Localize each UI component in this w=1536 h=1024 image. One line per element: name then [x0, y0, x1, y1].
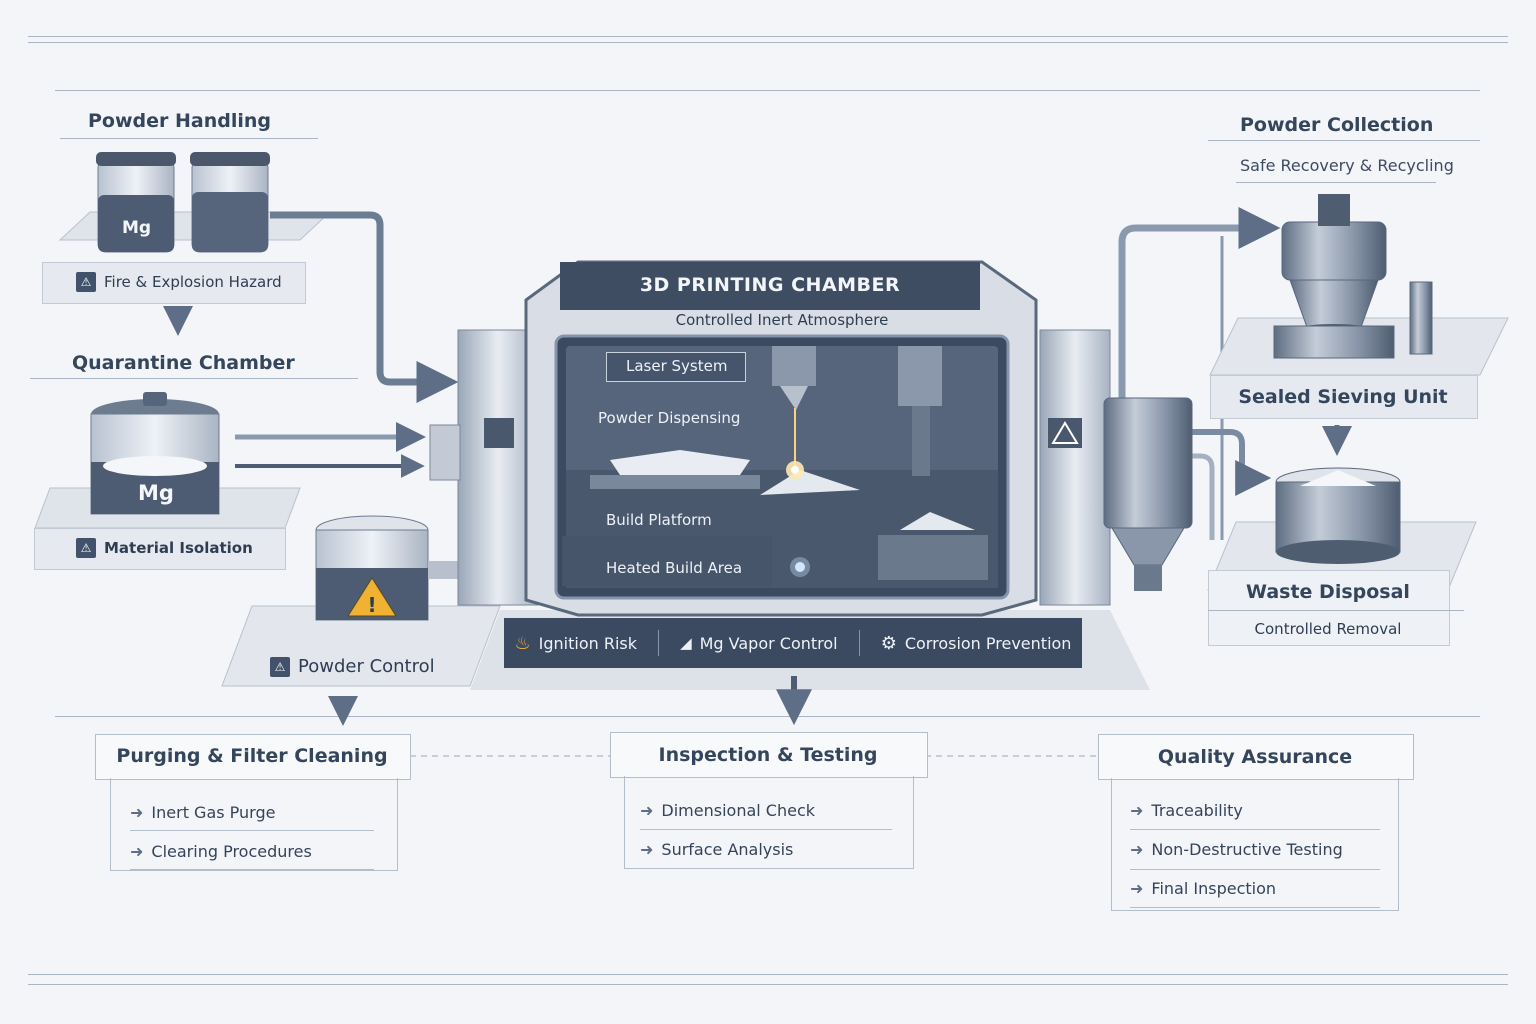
- hazard-separator: [858, 630, 860, 656]
- hazard-bar: ♨ Ignition Risk ◢ Mg Vapor Control ⚙ Cor…: [504, 618, 1082, 668]
- filter-column-illustration: [1103, 397, 1193, 591]
- quarantine-tank-illustration: [34, 392, 301, 529]
- isolation-text: Material Isolation: [104, 539, 253, 557]
- list-item-rule: [640, 829, 892, 830]
- quality-item-label: Non-Destructive Testing: [1151, 840, 1343, 859]
- arrow-right-icon: ➜: [640, 801, 654, 820]
- mg-jar-label: Mg: [122, 218, 152, 238]
- list-item: ➜ Inert Gas Purge: [130, 803, 275, 822]
- arrow-right-icon: ➜: [1130, 879, 1144, 898]
- sieving-unit-illustration: [1209, 194, 1509, 376]
- list-item-rule: [1130, 869, 1380, 870]
- arrow-right-icon: ➜: [130, 803, 144, 822]
- quality-title: Quality Assurance: [1157, 746, 1353, 768]
- powder-jars-illustration: [58, 152, 332, 253]
- powder-collection-rule: [1208, 140, 1480, 141]
- chamber-subtitle: Controlled Inert Atmosphere: [675, 311, 889, 329]
- gear-icon: ⚙: [880, 632, 897, 654]
- powder-control-label: ⚠ Powder Control: [270, 656, 435, 677]
- laser-system-label: Laser System: [626, 357, 728, 375]
- fire-hazard-label: ⚠ Fire & Explosion Hazard: [76, 272, 282, 292]
- warning-icon: ⚠: [270, 656, 290, 677]
- quarantine-rule: [30, 378, 358, 379]
- arrow-right-icon: ➜: [1130, 840, 1144, 859]
- inspection-item-label: Surface Analysis: [661, 840, 794, 859]
- powder-collection-subrule: [1236, 182, 1436, 183]
- list-item: ➜ Dimensional Check: [640, 801, 815, 820]
- warning-icon: ⚠: [76, 272, 96, 292]
- list-item-rule: [640, 868, 892, 869]
- isolation-label: ⚠ Material Isolation: [76, 538, 253, 558]
- inspection-title: Inspection & Testing: [658, 744, 878, 766]
- powder-handling-title: Powder Handling: [88, 110, 272, 132]
- waste-disposal-subtitle: Controlled Removal: [1254, 620, 1402, 638]
- purging-title: Purging & Filter Cleaning: [116, 745, 388, 767]
- waste-rule: [1208, 610, 1464, 611]
- waste-disposal-title: Waste Disposal: [1246, 581, 1410, 603]
- build-platform-label: Build Platform: [606, 511, 712, 529]
- mg-tank-label: Mg: [138, 481, 174, 505]
- list-item: ➜ Final Inspection: [1130, 879, 1276, 898]
- arrow-right-icon: ➜: [640, 840, 654, 859]
- list-item: ➜ Non-Destructive Testing: [1130, 840, 1343, 859]
- quality-item-label: Traceability: [1151, 801, 1243, 820]
- chamber-title: 3D PRINTING CHAMBER: [639, 274, 901, 296]
- vapor-control-label: Mg Vapor Control: [699, 633, 838, 653]
- powder-collection-title: Powder Collection: [1240, 114, 1434, 136]
- ignition-risk: ♨ Ignition Risk: [515, 633, 638, 654]
- powder-control-text: Powder Control: [298, 656, 435, 677]
- corrosion-prevention: ⚙ Corrosion Prevention: [881, 633, 1072, 654]
- flame-icon: ♨: [514, 632, 531, 654]
- fire-hazard-text: Fire & Explosion Hazard: [104, 273, 282, 291]
- inspection-item-label: Dimensional Check: [661, 801, 816, 820]
- powder-handling-rule: [60, 138, 318, 139]
- sieving-unit-label: Sealed Sieving Unit: [1238, 386, 1448, 408]
- heated-build-area-label: Heated Build Area: [606, 559, 743, 577]
- ignition-risk-label: Ignition Risk: [538, 633, 638, 653]
- list-item: ➜ Traceability: [1130, 801, 1243, 820]
- list-item-rule: [1130, 907, 1380, 908]
- arrow-right-icon: ➜: [1130, 801, 1144, 820]
- purging-item-label: Clearing Procedures: [151, 842, 312, 861]
- hazard-separator: [658, 630, 660, 656]
- corrosion-prevention-label: Corrosion Prevention: [904, 633, 1072, 653]
- vapor-control: ◢ Mg Vapor Control: [680, 634, 838, 653]
- list-item-rule: [130, 869, 374, 870]
- quality-item-label: Final Inspection: [1151, 879, 1277, 898]
- quarantine-title: Quarantine Chamber: [72, 352, 295, 374]
- list-item: ➜ Surface Analysis: [640, 840, 793, 859]
- powder-dispensing-label: Powder Dispensing: [598, 409, 741, 427]
- vapor-icon: ◢: [680, 634, 692, 652]
- list-item-rule: [130, 830, 374, 831]
- list-item-rule: [1130, 829, 1380, 830]
- svg-text:!: !: [367, 593, 376, 617]
- warning-icon: ⚠: [76, 538, 96, 558]
- list-item: ➜ Clearing Procedures: [130, 842, 312, 861]
- powder-collection-subtitle: Safe Recovery & Recycling: [1240, 156, 1454, 175]
- arrow-right-icon: ➜: [130, 842, 144, 861]
- purging-item-label: Inert Gas Purge: [151, 803, 276, 822]
